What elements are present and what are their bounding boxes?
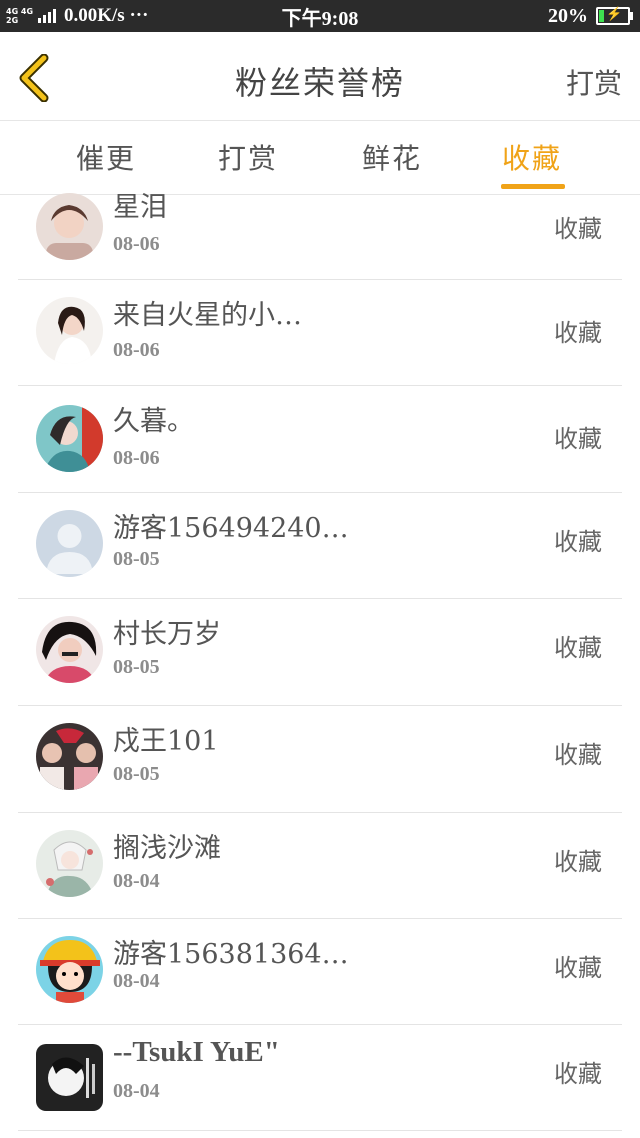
- list-item[interactable]: 搁浅沙滩 08-04 收藏: [18, 812, 622, 919]
- default-user-icon[interactable]: [36, 510, 103, 577]
- action-label: 收藏: [554, 741, 602, 769]
- user-name: 戍王101: [113, 726, 219, 757]
- avatar[interactable]: [36, 723, 103, 790]
- status-bar: 4G 4G 2G 0.00K/s ··· 下午9:08 20% ⚡: [0, 0, 640, 32]
- tab-favorites[interactable]: 收藏: [502, 137, 562, 177]
- user-name: 游客156494240…: [113, 513, 349, 544]
- avatar-photo: [36, 297, 103, 364]
- user-name: 星泪: [113, 192, 167, 223]
- list-item[interactable]: --TsukI YuE" 08-04 收藏: [18, 1024, 622, 1131]
- avatar[interactable]: [36, 830, 103, 897]
- entry-date: 08-06: [113, 447, 160, 469]
- entry-date: 08-05: [113, 656, 160, 678]
- battery-fill: [599, 10, 604, 22]
- status-right: 20% ⚡: [548, 4, 633, 28]
- avatar-photo: [36, 830, 103, 897]
- reward-button[interactable]: 打赏: [566, 62, 622, 102]
- avatar-photo: [36, 616, 103, 683]
- action-label: 收藏: [554, 954, 602, 982]
- avatar-photo: [36, 405, 103, 472]
- entry-date: 08-05: [113, 763, 160, 785]
- user-name: 村长万岁: [113, 619, 221, 650]
- list-item[interactable]: 来自火星的小… 08-06 收藏: [18, 279, 622, 386]
- action-label: 收藏: [554, 319, 602, 347]
- entry-date: 08-04: [113, 870, 160, 892]
- entry-date: 08-06: [113, 233, 160, 255]
- list-item[interactable]: 星泪 08-06 收藏: [18, 175, 622, 280]
- user-name: --TsukI YuE": [113, 1036, 280, 1068]
- tab-urge[interactable]: 催更: [76, 137, 136, 177]
- list-item[interactable]: 村长万岁 08-05 收藏: [18, 598, 622, 706]
- cartoon-avatar: [36, 936, 103, 1003]
- tab-reward[interactable]: 打赏: [218, 137, 278, 177]
- action-label: 收藏: [554, 215, 602, 243]
- user-silhouette-icon: [36, 510, 103, 577]
- action-label: 收藏: [554, 425, 602, 453]
- action-label: 收藏: [554, 528, 602, 556]
- avatar-photo: [36, 1044, 103, 1111]
- avatar[interactable]: [36, 297, 103, 364]
- list-item[interactable]: 戍王101 08-05 收藏: [18, 705, 622, 813]
- entry-date: 08-04: [113, 1080, 160, 1102]
- clock: 下午9:08: [281, 8, 359, 30]
- avatar-photo: [36, 723, 103, 790]
- app-header: 粉丝荣誉榜 打赏: [0, 32, 640, 121]
- battery-percent: 20%: [548, 4, 588, 27]
- page-title: 粉丝荣誉榜: [234, 64, 405, 102]
- avatar[interactable]: [36, 1044, 103, 1111]
- list-item[interactable]: 久暮。 08-06 收藏: [18, 385, 622, 493]
- entry-date: 08-06: [113, 339, 160, 361]
- list-item[interactable]: 游客156381364… 08-04 收藏: [18, 918, 622, 1025]
- user-name: 游客156381364…: [113, 939, 349, 970]
- action-label: 收藏: [554, 848, 602, 876]
- avatar[interactable]: [36, 405, 103, 472]
- avatar[interactable]: [36, 193, 103, 260]
- avatar[interactable]: [36, 936, 103, 1003]
- action-label: 收藏: [554, 1060, 602, 1088]
- entry-date: 08-04: [113, 970, 160, 992]
- battery-icon: ⚡: [596, 6, 633, 25]
- user-name: 搁浅沙滩: [113, 833, 221, 864]
- user-name: 久暮。: [113, 406, 194, 437]
- user-name: 来自火星的小…: [113, 300, 302, 331]
- avatar[interactable]: [36, 616, 103, 683]
- list-item[interactable]: 游客156494240… 08-05 收藏: [18, 492, 622, 599]
- entry-date: 08-05: [113, 548, 160, 570]
- tab-flowers[interactable]: 鲜花: [362, 137, 422, 177]
- avatar-photo: [36, 193, 103, 260]
- action-label: 收藏: [554, 634, 602, 662]
- charging-icon: ⚡: [606, 6, 623, 21]
